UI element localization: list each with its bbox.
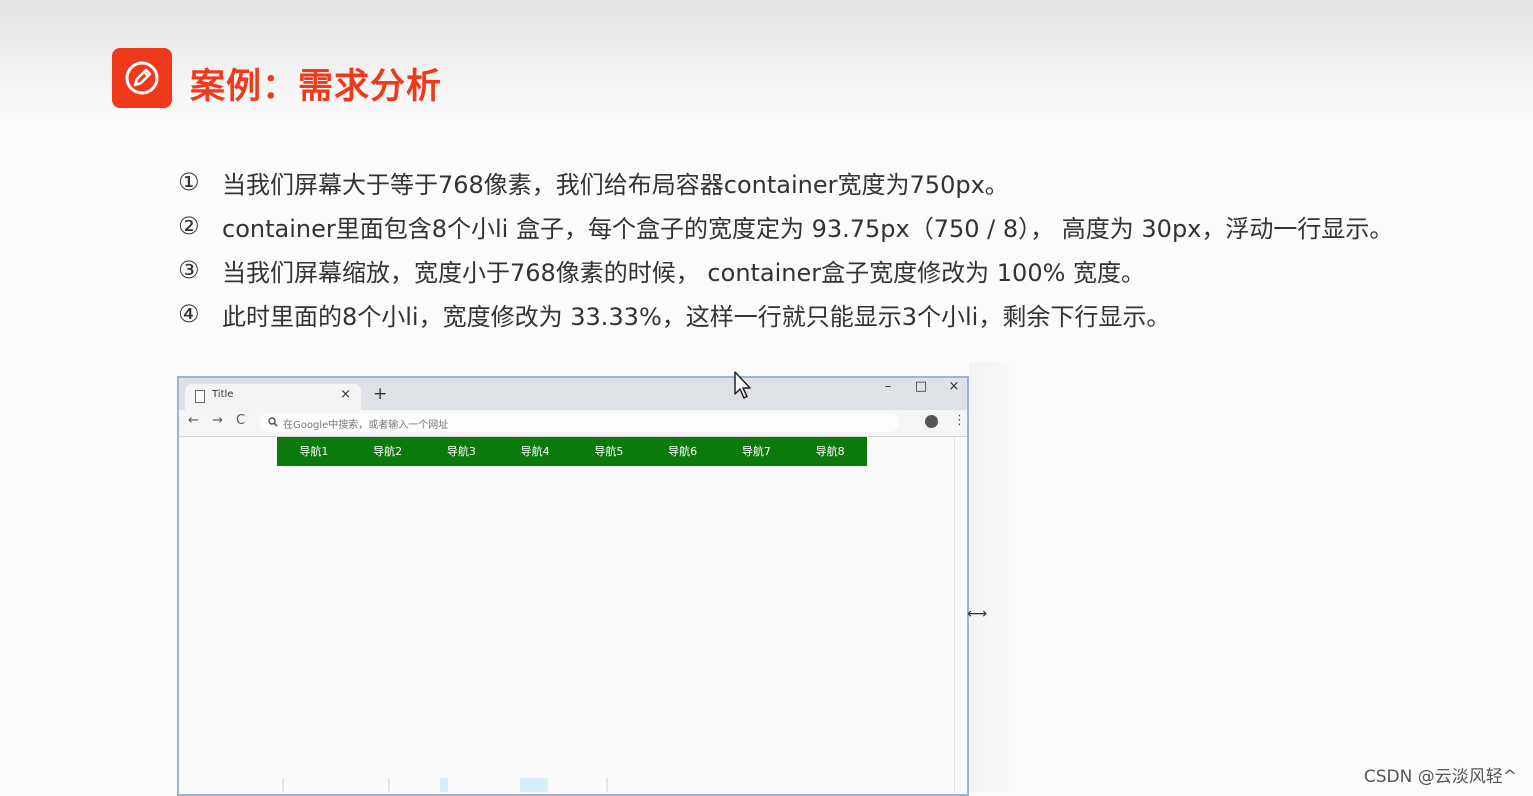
requirement-text: 当我们屏幕大于等于768像素，我们给布局容器container宽度为750px。 [222, 170, 1009, 199]
artifact-block [520, 778, 548, 792]
requirement-text: 此时里面的8个小li，宽度修改为 33.33%，这样一行就只能显示3个小li，剩… [222, 302, 1171, 331]
resize-cursor-icon: ⟷ [967, 606, 988, 622]
nav-item[interactable]: 导航6 [646, 437, 720, 466]
browser-shadow [969, 362, 1017, 792]
nav-item[interactable]: 导航8 [793, 437, 867, 466]
requirement-number: ① [178, 168, 200, 196]
nav-container: 导航1 导航2 导航3 导航4 导航5 导航6 导航7 导航8 [277, 437, 867, 466]
maximize-button[interactable]: □ [906, 379, 936, 394]
minimize-button[interactable]: – [873, 379, 903, 394]
mouse-cursor-icon [734, 371, 751, 399]
requirement-number: ④ [178, 300, 200, 328]
scrollbar-track[interactable] [954, 437, 955, 794]
nav-item[interactable]: 导航1 [277, 437, 351, 466]
artifact-block [440, 778, 448, 792]
nav-item[interactable]: 导航3 [425, 437, 499, 466]
requirement-number: ② [178, 212, 200, 240]
address-bar[interactable]: 在Google中搜索，或者输入一个网址 [259, 413, 899, 432]
document-icon [195, 390, 205, 403]
requirement-item: ② container里面包含8个小li 盒子，每个盒子的宽度定为 93.75p… [178, 204, 1393, 248]
bottom-edge-artifacts [0, 778, 1533, 792]
pencil-icon [112, 48, 172, 108]
more-menu-icon[interactable]: ⋮ [953, 413, 966, 428]
profile-icon[interactable] [925, 415, 938, 428]
nav-item[interactable]: 导航5 [572, 437, 646, 466]
requirement-text: container里面包含8个小li 盒子，每个盒子的宽度定为 93.75px（… [222, 214, 1394, 243]
requirement-number: ③ [178, 256, 200, 284]
address-bar-placeholder: 在Google中搜索，或者输入一个网址 [283, 420, 449, 431]
reload-icon[interactable]: C [236, 413, 245, 428]
requirement-list: ① 当我们屏幕大于等于768像素，我们给布局容器container宽度为750p… [178, 160, 1393, 336]
artifact-line [282, 778, 284, 792]
close-window-button[interactable]: × [939, 379, 969, 394]
browser-tab[interactable]: Title × [185, 384, 361, 410]
requirement-text: 当我们屏幕缩放，宽度小于768像素的时候， container盒子宽度修改为 1… [222, 258, 1146, 287]
tab-title: Title [212, 389, 234, 400]
new-tab-button[interactable]: + [373, 384, 387, 404]
page-viewport: 导航1 导航2 导航3 导航4 导航5 导航6 导航7 导航8 [179, 437, 967, 794]
nav-item[interactable]: 导航7 [720, 437, 794, 466]
requirement-item: ④ 此时里面的8个小li，宽度修改为 33.33%，这样一行就只能显示3个小li… [178, 292, 1393, 336]
nav-item[interactable]: 导航2 [351, 437, 425, 466]
slide-title: 案例：需求分析 [190, 67, 443, 107]
forward-arrow-icon[interactable]: → [212, 413, 223, 428]
browser-window: Title × + – □ × ← → C 在Google中搜索，或者输入一个网… [177, 376, 969, 796]
requirement-item: ① 当我们屏幕大于等于768像素，我们给布局容器container宽度为750p… [178, 160, 1393, 204]
tab-strip: Title × + – □ × [179, 378, 967, 410]
csdn-watermark: CSDN @云淡风轻^ [1363, 767, 1517, 787]
artifact-line [606, 778, 608, 792]
back-arrow-icon[interactable]: ← [188, 413, 199, 428]
nav-item[interactable]: 导航4 [498, 437, 572, 466]
requirement-item: ③ 当我们屏幕缩放，宽度小于768像素的时候， container盒子宽度修改为… [178, 248, 1393, 292]
search-icon [268, 417, 278, 427]
browser-toolbar: ← → C 在Google中搜索，或者输入一个网址 ⋮ [179, 410, 967, 437]
tab-close-icon[interactable]: × [340, 387, 351, 402]
artifact-line [388, 778, 390, 792]
